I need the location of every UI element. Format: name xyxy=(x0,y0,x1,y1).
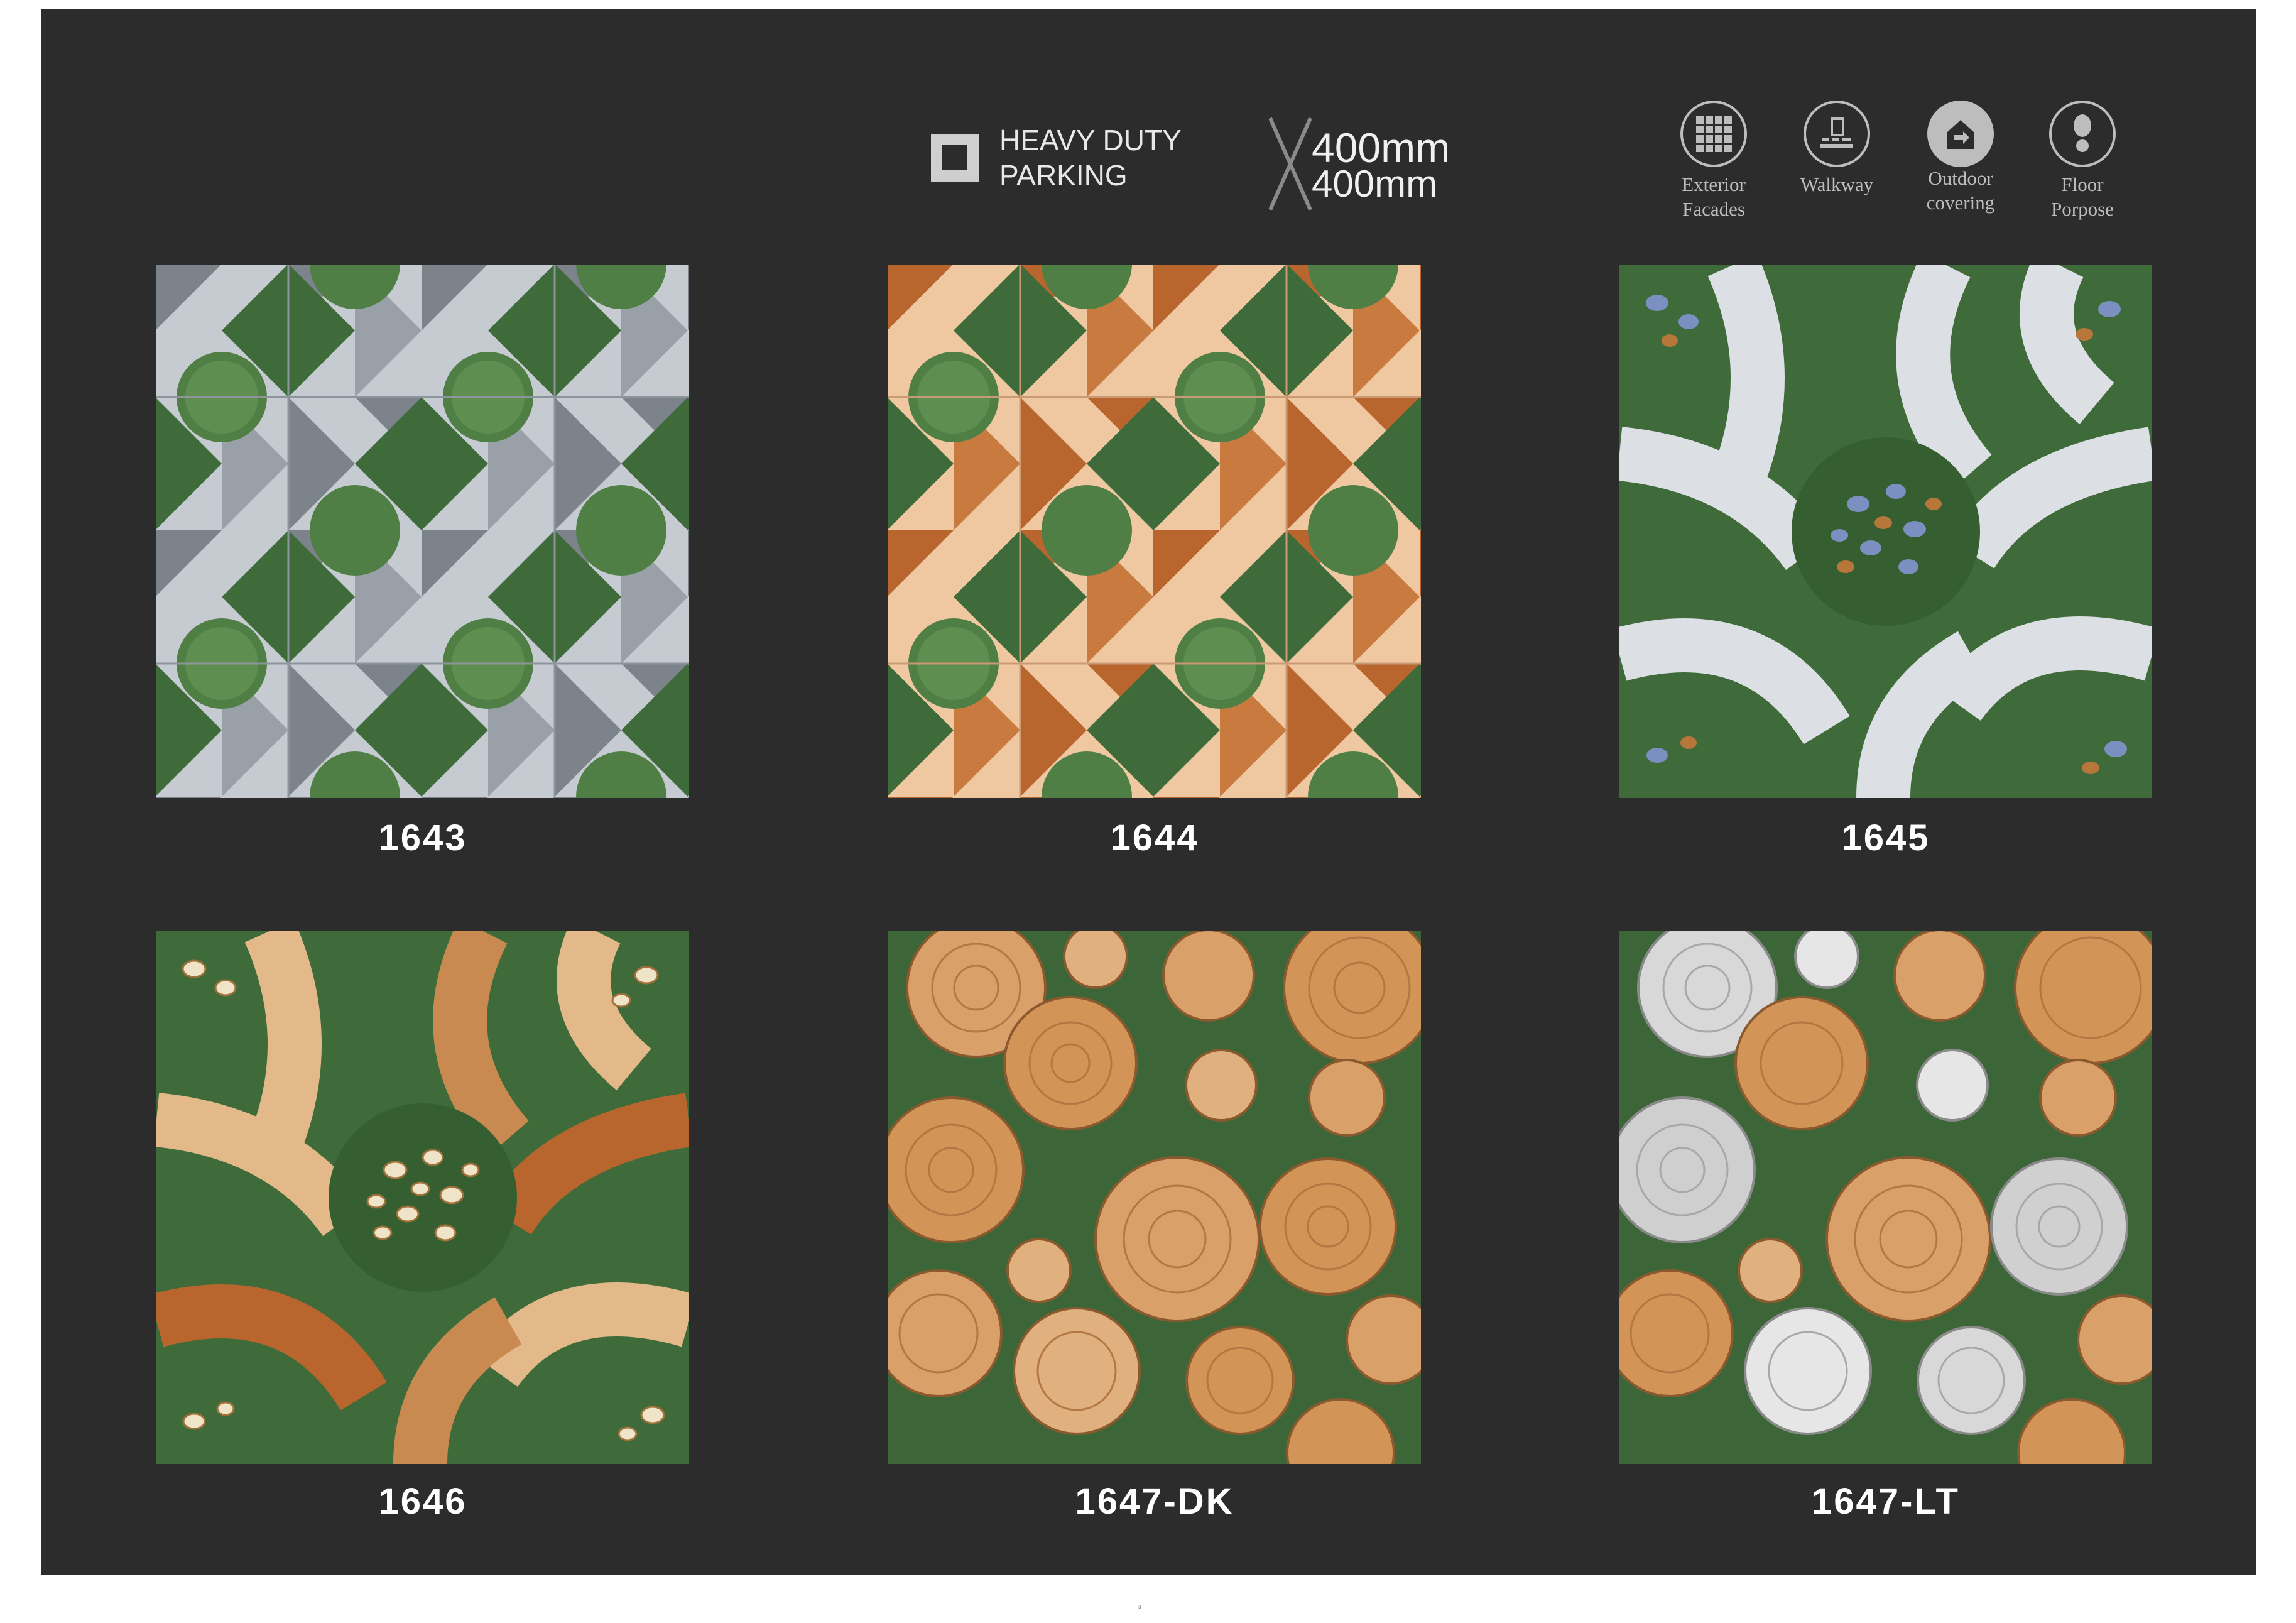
feature-label: Outdoor covering xyxy=(1926,167,1995,214)
heavy-duty-badge: HEAVY DUTY PARKING xyxy=(931,123,1182,193)
square-frame-icon xyxy=(931,134,979,182)
tile-image-1646[interactable] xyxy=(156,931,689,1464)
badge-line-2: PARKING xyxy=(999,159,1128,192)
feature-walkway: Walkway xyxy=(1783,101,1890,197)
feature-exterior-facades: Exterior Facades xyxy=(1660,101,1767,221)
feature-label: Walkway xyxy=(1800,173,1874,195)
tile-image-1644[interactable] xyxy=(888,265,1421,798)
tile-code-1645: 1645 xyxy=(1841,817,1930,858)
tile-image-1643[interactable] xyxy=(156,265,689,798)
tile-image-1647-lt[interactable] xyxy=(1619,931,2152,1464)
feature-outdoor-covering: Outdoor covering xyxy=(1907,101,2014,215)
tile-code-1646: 1646 xyxy=(378,1481,467,1522)
badge-text: HEAVY DUTY PARKING xyxy=(999,123,1182,193)
tile-size: 400mm 400mm xyxy=(1266,116,1474,216)
tile-image-1647-dk[interactable] xyxy=(888,931,1421,1464)
tile-code-1644: 1644 xyxy=(1110,817,1199,858)
tile-code-1647-lt: 1647-LT xyxy=(1812,1481,1960,1522)
outdoor-house-icon xyxy=(1927,101,1994,167)
tile-code-1643: 1643 xyxy=(378,817,467,858)
tile-image-1645[interactable] xyxy=(1619,265,2152,798)
walkway-icon xyxy=(1804,101,1870,167)
feature-label: Exterior Facades xyxy=(1682,173,1746,220)
badge-line-1: HEAVY DUTY xyxy=(999,124,1182,156)
page-number: 3 xyxy=(1138,1604,1141,1610)
grid-facade-icon xyxy=(1680,101,1747,167)
tile-code-1647-dk: 1647-DK xyxy=(1075,1481,1234,1522)
footprint-icon xyxy=(2049,101,2116,167)
catalog-panel: HEAVY DUTY PARKING 400mm 400mm Exterior F… xyxy=(41,9,2256,1575)
feature-label: Floor Porpose xyxy=(2051,173,2114,220)
feature-floor-porpose: Floor Porpose xyxy=(2029,101,2136,221)
size-height: 400mm xyxy=(1312,163,1438,205)
